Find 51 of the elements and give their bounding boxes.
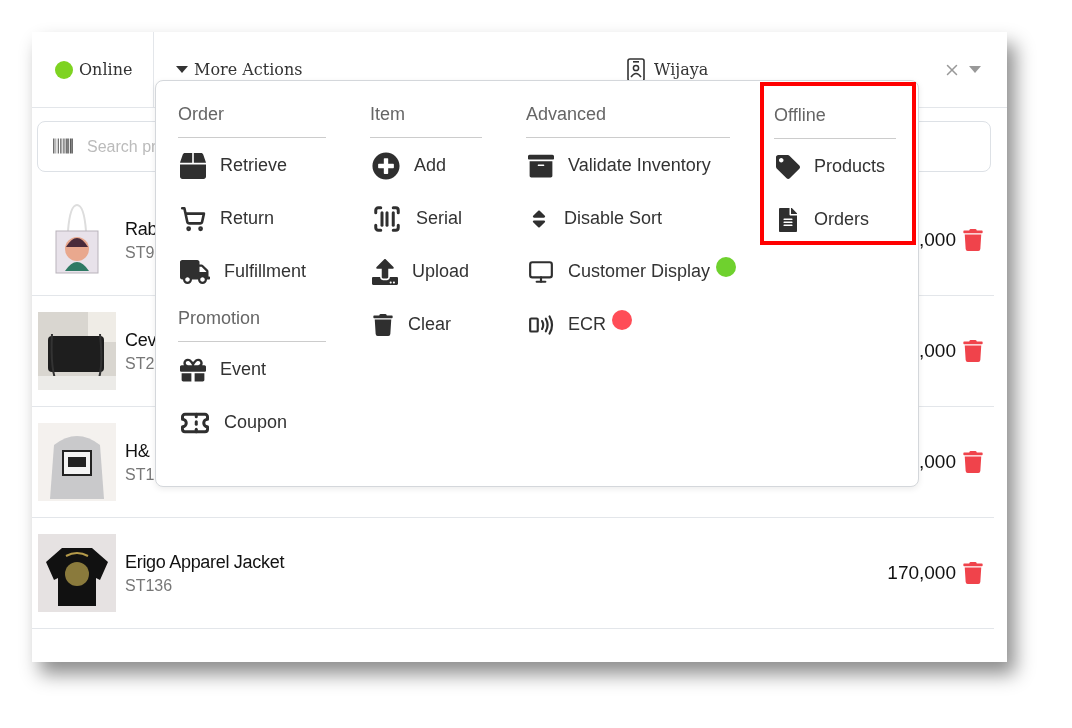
caret-icon[interactable] xyxy=(969,66,981,73)
product-code: ST1 xyxy=(125,465,155,484)
id-badge-icon xyxy=(627,57,645,82)
menu-item[interactable]: Coupon xyxy=(178,396,288,449)
menu-item[interactable]: Return xyxy=(178,192,275,245)
product-name: H& xyxy=(125,440,151,462)
product-code: ST2 xyxy=(125,354,156,373)
upload-icon xyxy=(372,258,398,285)
product-price: ,000 xyxy=(919,340,956,362)
product-name: Erigo Apparel Jacket xyxy=(125,551,285,573)
menu-item[interactable]: Validate Inventory xyxy=(526,139,711,192)
product-code: ST136 xyxy=(125,576,174,595)
menu-item[interactable]: Retrieve xyxy=(178,139,288,192)
barcode-icon xyxy=(53,136,73,156)
menu-item[interactable]: Upload xyxy=(370,245,470,298)
caret-icon xyxy=(176,66,188,73)
menu-item[interactable]: Customer Display xyxy=(526,245,737,298)
menu-heading: Order xyxy=(178,102,326,138)
menu-item[interactable]: Clear xyxy=(370,298,451,351)
menu-item[interactable]: Event xyxy=(178,343,267,396)
customer-name: Wijaya xyxy=(654,60,709,79)
tag-icon xyxy=(776,154,800,179)
menu-heading: Item xyxy=(370,102,482,138)
status-label: Online xyxy=(79,60,133,79)
gift-icon xyxy=(180,356,206,383)
more-actions-button[interactable]: More Actions xyxy=(176,60,303,79)
menu-item[interactable]: Disable Sort xyxy=(526,192,663,245)
product-name: Cev xyxy=(125,329,157,351)
menu-heading: Offline xyxy=(774,103,896,139)
monitor-icon xyxy=(528,258,554,285)
menu-heading: Promotion xyxy=(178,306,326,342)
menu-item[interactable]: Orders xyxy=(774,193,869,246)
barcode-scan-icon xyxy=(372,203,402,234)
menu-item[interactable]: Products xyxy=(774,140,886,193)
menu-item[interactable]: Fulfillment xyxy=(178,245,307,298)
box-icon xyxy=(180,152,206,179)
trash-icon xyxy=(372,313,394,336)
product-price: 170,000 xyxy=(887,562,956,584)
delete-icon[interactable] xyxy=(962,340,984,362)
delete-icon[interactable] xyxy=(962,229,984,251)
product-price: ,000 xyxy=(919,451,956,473)
archive-icon xyxy=(528,152,554,179)
menu-item[interactable]: Serial xyxy=(370,192,463,245)
menu-item[interactable]: Add xyxy=(370,139,447,192)
document-icon xyxy=(776,207,800,232)
delete-icon[interactable] xyxy=(962,562,984,584)
product-code: ST9 xyxy=(125,243,156,262)
menu-item[interactable]: ECR xyxy=(526,298,632,351)
delete-icon[interactable] xyxy=(962,451,984,473)
menu-heading: Advanced xyxy=(526,102,730,138)
product-price: ,000 xyxy=(919,229,956,251)
